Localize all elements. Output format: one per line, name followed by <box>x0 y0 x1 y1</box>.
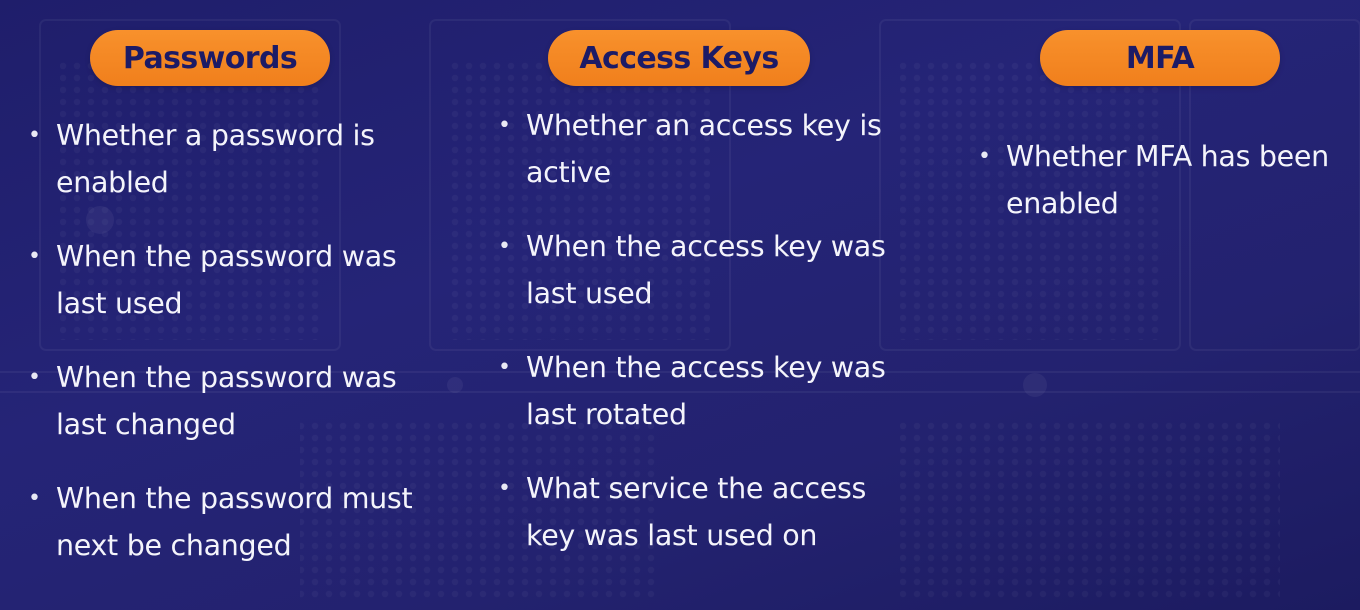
access-keys-list: • Whether an access key is active • When t… <box>496 103 916 587</box>
bullet-icon: • <box>978 144 991 169</box>
list-item-text: What service the access key was last use… <box>526 472 867 552</box>
bullet-icon: • <box>28 365 41 390</box>
list-item-text: When the access key was last rotated <box>526 351 886 431</box>
mfa-heading: MFA <box>1040 30 1280 86</box>
list-item: • When the access key was last used <box>496 224 916 317</box>
list-item: • Whether an access key is active <box>496 103 916 196</box>
bullet-icon: • <box>498 234 511 259</box>
bullet-icon: • <box>28 123 41 148</box>
bullet-icon: • <box>498 476 511 501</box>
list-item: • When the password was last used <box>26 234 446 327</box>
list-item: • Whether a password is enabled <box>26 113 446 206</box>
list-item-text: When the access key was last used <box>526 230 886 310</box>
access-keys-heading: Access Keys <box>548 30 810 86</box>
bullet-icon: • <box>28 244 41 269</box>
bullet-icon: • <box>498 113 511 138</box>
list-item-text: When the password was last changed <box>56 361 397 441</box>
list-item-text: When the password was last used <box>56 240 397 320</box>
list-item-text: Whether a password is enabled <box>56 119 375 199</box>
list-item-text: Whether MFA has been enabled <box>1006 140 1329 220</box>
list-item-text: Whether an access key is active <box>526 109 882 189</box>
bullet-icon: • <box>498 355 511 380</box>
list-item: • What service the access key was last us… <box>496 466 916 559</box>
list-item-text: When the password must next be changed <box>56 482 413 562</box>
mfa-list: • Whether MFA has been enabled <box>976 134 1360 255</box>
list-item: • When the access key was last rotated <box>496 345 916 438</box>
list-item: • When the password was last changed <box>26 355 446 448</box>
bullet-icon: • <box>28 486 41 511</box>
passwords-list: • Whether a password is enabled • When the… <box>26 113 446 597</box>
passwords-heading: Passwords <box>90 30 330 86</box>
slide: Passwords • Whether a password is enabled… <box>0 0 1360 610</box>
list-item: • Whether MFA has been enabled <box>976 134 1360 227</box>
list-item: • When the password must next be changed <box>26 476 446 569</box>
